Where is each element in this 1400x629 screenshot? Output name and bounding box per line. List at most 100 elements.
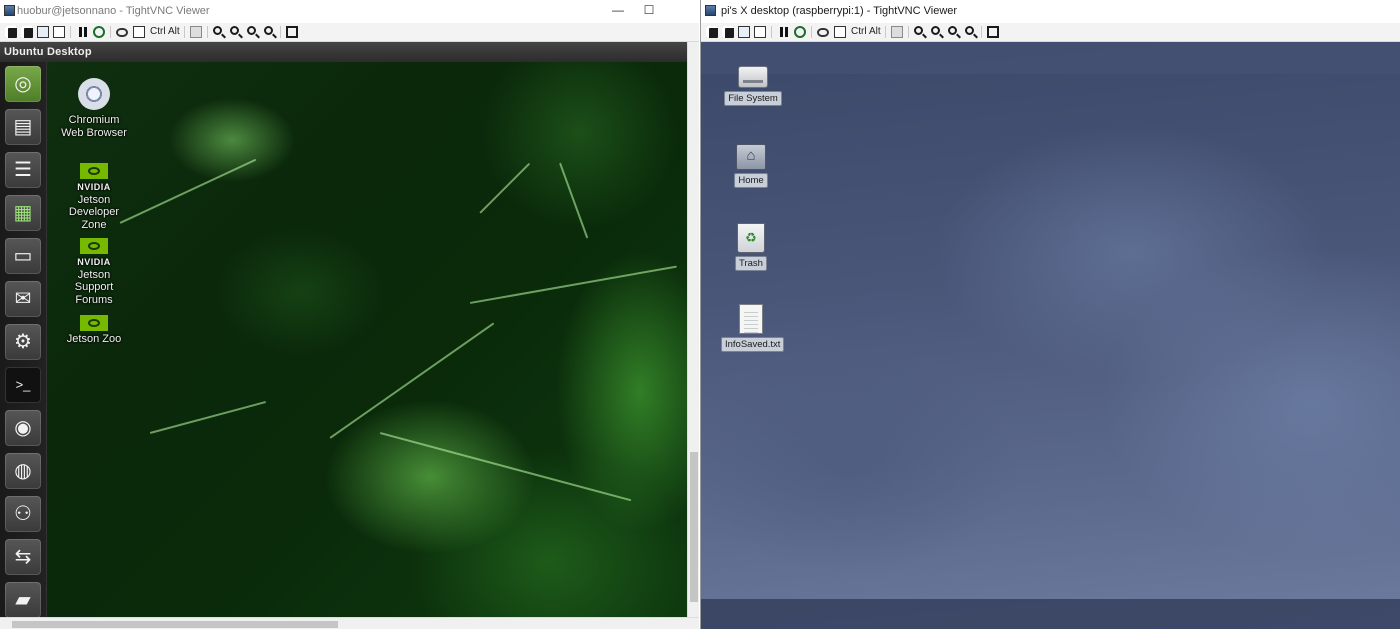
toolbar-separator [70,26,71,38]
window-title: pi's X desktop (raspberrypi:1) - TightVN… [721,5,958,17]
raspberrypi-vnc-window: pi's X desktop (raspberrypi:1) - TightVN… [700,0,1400,629]
pause-icon[interactable] [77,26,89,38]
scrollbar-thumb[interactable] [12,621,338,628]
nvidia-icon [80,238,108,254]
wallpaper-streak [469,265,677,304]
new-connection-icon[interactable] [706,26,718,38]
ctrl-key-button[interactable]: Ctrl [150,26,166,37]
save-session-icon[interactable] [21,26,33,38]
zoom-100-icon[interactable] [247,26,256,35]
zoom-fit-icon[interactable] [965,26,974,35]
options-icon[interactable] [37,26,49,38]
desktop-icon-label: Trash [735,256,767,271]
desktop-icon-label: Jetson Zoo [66,333,122,345]
network-icon[interactable]: ◉ [5,410,41,446]
settings-icon[interactable]: ⚙ [5,324,41,360]
refresh-icon[interactable] [93,26,105,38]
text-file-icon [739,304,763,334]
desktop-icon-label: Jetson Developer Zone [68,193,120,231]
desktop-icon-trash[interactable]: Trash [721,223,781,271]
wallpaper-streak [329,322,495,439]
impress-icon[interactable]: ▭ [5,238,41,274]
desktop-icon-jetson-developer-zone[interactable]: NVIDIA Jetson Developer Zone [59,163,129,231]
desktop-icon-infosaved[interactable]: InfoSaved.txt [721,304,785,352]
file-manager-icon[interactable]: ▤ [5,109,41,145]
new-connection-icon[interactable] [5,26,17,38]
ubuntu-home-icon[interactable]: ◎ [5,66,41,102]
nvidia-wordmark: NVIDIA [77,257,111,267]
refresh-icon[interactable] [794,26,806,38]
wallpaper-streak [479,162,531,214]
view-only-icon[interactable] [116,28,128,37]
home-folder-icon [736,144,766,170]
system-monitor-icon[interactable]: ⚇ [5,496,41,532]
transfer-files-icon[interactable] [891,26,903,38]
pause-icon[interactable] [778,26,790,38]
zoom-100-icon[interactable] [948,26,957,35]
horizontal-scrollbar[interactable] [0,617,699,629]
desktop-title: Ubuntu Desktop [4,46,92,58]
nvidia-wordmark: NVIDIA [77,182,111,192]
jetson-vnc-window: huobur@jetsonnano - TightVNC Viewer — ☐ … [0,0,699,629]
drive-icon [738,66,768,88]
writer-icon[interactable]: ☰ [5,152,41,188]
toolbar-separator [110,26,111,38]
ctrl-key-button[interactable]: Ctrl [851,26,867,37]
options-icon[interactable] [738,26,750,38]
toolbar-separator [207,26,208,38]
vertical-scrollbar[interactable] [687,42,699,617]
ctrl-alt-del-icon[interactable] [133,26,145,38]
desktop-icon-label: InfoSaved.txt [721,337,785,352]
desktop-icon-label: Jetson Support Forums [74,268,114,306]
calc-icon[interactable]: ▦ [5,195,41,231]
fullscreen-icon[interactable] [987,26,999,38]
zoom-out-icon[interactable] [230,26,239,35]
software-center-icon[interactable]: ✉ [5,281,41,317]
toolbar-separator [280,26,281,38]
desktop-icon-chromium[interactable]: Chromium Web Browser [59,78,129,139]
save-session-icon[interactable] [722,26,734,38]
ctrl-alt-del-icon[interactable] [834,26,846,38]
info-icon[interactable] [53,26,65,38]
trash-icon [737,223,765,253]
chromium-icon [78,78,110,110]
zoom-in-icon[interactable] [213,26,222,35]
minimize-button[interactable]: — [605,3,631,17]
ubuntu-top-panel: Ubuntu Desktop [0,42,687,62]
wallpaper-streak [119,158,257,224]
desktop-icon-label: File System [724,91,782,106]
scrollbar-thumb[interactable] [690,452,698,602]
alt-key-button[interactable]: Alt [869,26,881,37]
zoom-out-icon[interactable] [931,26,940,35]
info-icon[interactable] [754,26,766,38]
ubuntu-remote-screen[interactable]: Ubuntu Desktop ◎ ▤ ☰ ▦ ▭ ✉ ⚙ >_ ◉ ◍ ⚇ ⇆ … [0,42,687,617]
nvidia-icon [80,315,108,331]
toolbar-separator [811,26,812,38]
view-only-icon[interactable] [817,28,829,37]
desktop-icon-label: Chromium Web Browser [61,114,127,139]
maximize-button[interactable]: ☐ [636,3,662,17]
fullscreen-icon[interactable] [286,26,298,38]
lxde-top-band [701,42,1400,74]
toolbar-separator [771,26,772,38]
remote-desktop-icon[interactable]: ⇆ [5,539,41,575]
wallpaper-streak [379,432,632,502]
transfer-files-icon[interactable] [190,26,202,38]
desktop-icon-home[interactable]: Home [721,144,781,188]
desktop-icon-jetson-support-forums[interactable]: NVIDIA Jetson Support Forums [59,238,129,306]
desktop-icon-file-system[interactable]: File System [723,66,783,106]
zoom-fit-icon[interactable] [264,26,273,35]
chromium-launcher-icon[interactable]: ◍ [5,453,41,489]
raspberrypi-remote-screen[interactable]: File System Home Trash InfoSaved.txt [701,42,1400,629]
ubuntu-launcher: ◎ ▤ ☰ ▦ ▭ ✉ ⚙ >_ ◉ ◍ ⚇ ⇆ ▰ [0,62,47,617]
toolbar-separator [184,26,185,38]
window-titlebar[interactable]: huobur@jetsonnano - TightVNC Viewer — ☐ [0,0,699,22]
window-title: huobur@jetsonnano - TightVNC Viewer [17,5,210,17]
drive-icon[interactable]: ▰ [5,582,41,617]
zoom-in-icon[interactable] [914,26,923,35]
terminal-icon[interactable]: >_ [5,367,41,403]
alt-key-button[interactable]: Alt [168,26,180,37]
desktop-icon-jetson-zoo[interactable]: Jetson Zoo [59,315,129,346]
window-titlebar[interactable]: pi's X desktop (raspberrypi:1) - TightVN… [701,0,1400,22]
lxde-bottom-band [701,599,1400,629]
